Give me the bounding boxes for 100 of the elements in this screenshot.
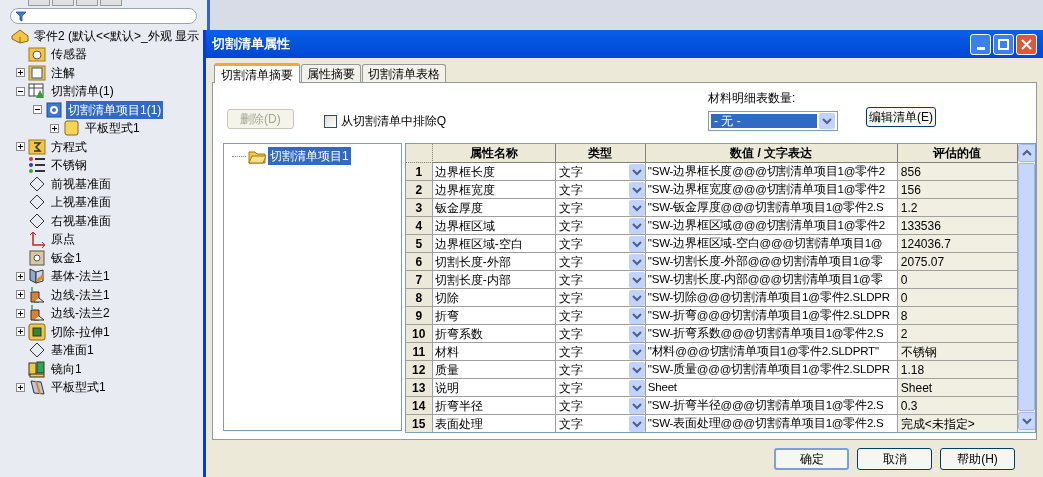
expand-icon[interactable] (16, 142, 25, 152)
dropdown-value: 文字 (558, 307, 583, 324)
quantity-dropdown[interactable]: - 无 - (708, 111, 838, 131)
expand-icon[interactable] (16, 290, 25, 300)
dropdown-value: 文字 (558, 325, 583, 342)
flange-icon (28, 267, 46, 286)
tree-item[interactable]: 边线-法兰2 (49, 304, 112, 323)
table-cell: Sheet (897, 379, 1018, 397)
tree-item[interactable]: 右视基准面 (49, 211, 113, 230)
tab[interactable]: 属性摘要 (301, 64, 361, 82)
dialog-button[interactable]: 取消 (857, 448, 932, 470)
tree-item[interactable]: 原点 (49, 230, 77, 249)
tree-item[interactable]: 前视基准面 (49, 174, 113, 193)
type-dropdown[interactable]: 文字 (555, 181, 646, 199)
dropdown-value: 文字 (558, 217, 583, 234)
row-number: 13 (405, 379, 433, 397)
tab[interactable]: 切割清单表格 (362, 64, 446, 82)
type-dropdown[interactable]: 文字 (555, 217, 646, 235)
table-cell: "SW-边界框区域@@@切割清单项目1@零件2 (645, 217, 898, 235)
row-number: 7 (405, 271, 433, 289)
column-header[interactable]: 属性名称 (432, 144, 556, 163)
dropdown-value: 文字 (558, 415, 583, 432)
type-dropdown[interactable]: 文字 (555, 235, 646, 253)
expand-icon[interactable] (16, 68, 25, 78)
dialog-button[interactable]: 确定 (774, 448, 849, 470)
tree-item[interactable]: 基准面1 (49, 341, 96, 360)
tree-item[interactable]: 不锈钢 (49, 156, 89, 175)
type-dropdown[interactable]: 文字 (555, 325, 646, 343)
close-button[interactable] (1016, 33, 1037, 55)
edit-list-button[interactable]: 编辑清单(E) (866, 107, 936, 127)
scroll-down-arrow-icon[interactable] (1017, 412, 1035, 430)
checkbox[interactable] (323, 114, 337, 128)
table-icon (28, 82, 46, 101)
type-dropdown[interactable]: 文字 (555, 343, 646, 361)
type-dropdown[interactable]: 文字 (555, 361, 646, 379)
dropdown-value: 文字 (558, 199, 583, 216)
tree-item[interactable]: 上视基准面 (49, 193, 113, 212)
row-number: 3 (405, 199, 433, 217)
tree-item[interactable]: 基体-法兰1 (49, 267, 112, 286)
row-number: 10 (405, 325, 433, 343)
expand-icon[interactable] (16, 327, 25, 337)
table-cell: 边界框区域 (432, 217, 556, 235)
type-dropdown[interactable]: 文字 (555, 397, 646, 415)
tree-item[interactable]: 钣金1 (49, 248, 84, 267)
expand-icon[interactable] (16, 308, 25, 318)
scroll-up-arrow-icon[interactable] (1017, 144, 1035, 162)
table-cell: 2075.07 (897, 253, 1018, 271)
row-number: 12 (405, 361, 433, 379)
table-cell: 钣金厚度 (432, 199, 556, 217)
table-cell: "SW-边界框长度@@@切割清单项目1@零件2 (645, 163, 898, 181)
tree-item[interactable]: 切割清单项目1(1) (66, 100, 164, 119)
table-cell: 133536 (897, 217, 1018, 235)
row-number: 9 (405, 307, 433, 325)
type-dropdown[interactable]: 文字 (555, 163, 646, 181)
table-cell: 折弯半径 (432, 397, 556, 415)
expand-icon[interactable] (50, 123, 59, 133)
row-number: 4 (405, 217, 433, 235)
type-dropdown[interactable]: 文字 (555, 271, 646, 289)
tree-item[interactable]: 平板型式1 (49, 378, 108, 397)
row-number: 5 (405, 235, 433, 253)
column-header[interactable]: 评估的值 (897, 144, 1018, 163)
type-dropdown[interactable]: 文字 (555, 307, 646, 325)
filter-field[interactable] (10, 8, 197, 24)
collapse-icon[interactable] (16, 86, 25, 96)
type-dropdown[interactable]: 文字 (555, 289, 646, 307)
table-cell: 2 (897, 325, 1018, 343)
table-cell: 质量 (432, 361, 556, 379)
type-dropdown[interactable]: 文字 (555, 379, 646, 397)
tree-item[interactable]: 切割清单(1) (49, 82, 116, 101)
minimize-button[interactable] (970, 33, 991, 55)
plane-icon (28, 193, 46, 212)
expand-icon[interactable] (16, 271, 25, 281)
plane-icon (28, 174, 46, 193)
table-cell: 边界框区域-空白 (432, 235, 556, 253)
tree-item[interactable]: 切割清单项目1 (268, 147, 351, 165)
tree-item[interactable]: 平板型式1 (83, 119, 142, 138)
column-header[interactable]: 数值 / 文字表达 (645, 144, 898, 163)
expand-icon[interactable] (16, 382, 25, 392)
maximize-button[interactable] (993, 33, 1014, 55)
tree-item[interactable]: 镜向1 (49, 359, 84, 378)
dialog-button[interactable]: 帮助(H) (940, 448, 1015, 470)
extrude-cut-icon (28, 322, 46, 341)
tree-item[interactable]: 边线-法兰1 (49, 285, 112, 304)
type-dropdown[interactable]: 文字 (555, 415, 646, 432)
table-cell: 材料 (432, 343, 556, 361)
tab[interactable]: 切割清单摘要 (214, 63, 300, 83)
type-dropdown[interactable]: 文字 (555, 253, 646, 271)
tree-root-label[interactable]: 零件2 (默认<<默认>_外观 显示 (34, 27, 200, 45)
column-header[interactable]: 类型 (555, 144, 646, 163)
table-cell: 折弯 (432, 307, 556, 325)
tree-item[interactable]: 切除-拉伸1 (49, 322, 112, 341)
tree-item[interactable]: 传感器 (49, 45, 89, 64)
table-cell: "材料@@@切割清单项目1@零件2.SLDPRT" (645, 343, 898, 361)
row-number: 6 (405, 253, 433, 271)
collapse-icon[interactable] (33, 105, 42, 115)
minimize-icon (976, 46, 985, 50)
plane-icon (28, 211, 46, 230)
tree-item[interactable]: 方程式 (49, 137, 89, 156)
tree-item[interactable]: 注解 (49, 63, 77, 82)
type-dropdown[interactable]: 文字 (555, 199, 646, 217)
